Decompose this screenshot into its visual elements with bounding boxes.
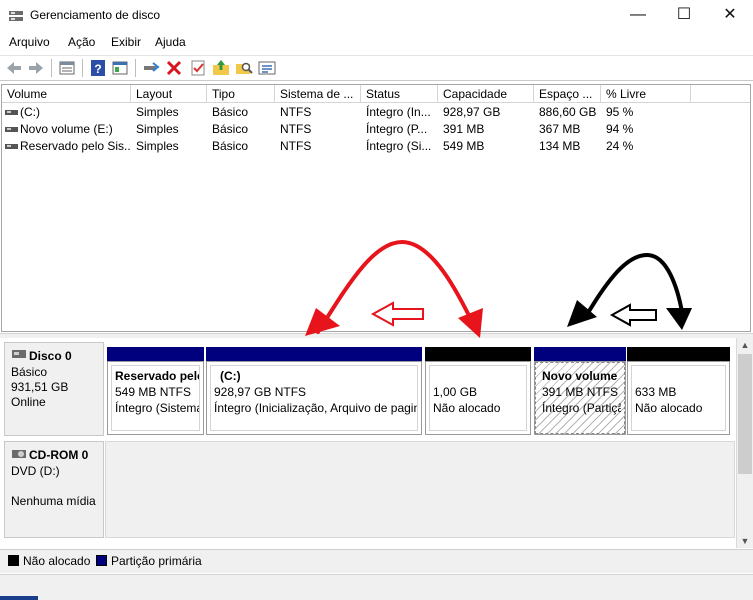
annotation-overlay — [305, 239, 692, 338]
red-hollow-arrow-icon — [370, 301, 424, 327]
black-arrowhead-right-icon — [666, 308, 692, 330]
black-hollow-arrow-icon — [609, 303, 657, 327]
black-curved-arrow-icon — [584, 252, 684, 318]
red-arrowhead-left-icon — [305, 308, 340, 336]
red-arrowhead-right-icon — [458, 308, 483, 338]
